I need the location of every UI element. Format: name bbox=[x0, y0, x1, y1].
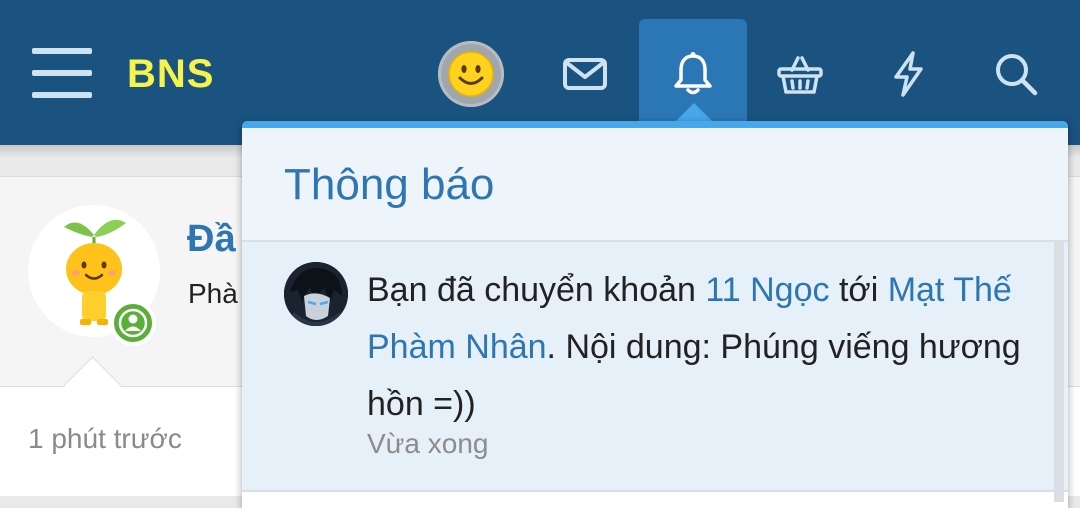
user-icon bbox=[118, 308, 148, 338]
popup-scrollbar[interactable] bbox=[1054, 242, 1064, 502]
amount-link[interactable]: 11 Ngọc bbox=[705, 271, 829, 309]
notification-time: Vừa xong bbox=[367, 428, 489, 459]
popup-title[interactable]: Thông báo bbox=[284, 160, 494, 210]
basket-button[interactable] bbox=[764, 40, 836, 108]
site-logo[interactable]: BNS bbox=[127, 52, 214, 97]
envelope-icon bbox=[563, 58, 607, 90]
user-avatar-button[interactable] bbox=[438, 41, 504, 107]
notification-message: Bạn đã chuyển khoản 11 Ngọc tới Mạt Thế … bbox=[367, 262, 1037, 433]
notifications-button[interactable] bbox=[657, 40, 729, 108]
messages-button[interactable] bbox=[549, 40, 621, 108]
lightning-icon bbox=[894, 51, 923, 97]
search-icon bbox=[996, 54, 1038, 96]
message-text: tới bbox=[829, 271, 888, 309]
anime-avatar-icon bbox=[284, 262, 348, 326]
basket-icon bbox=[777, 56, 823, 94]
activity-button[interactable] bbox=[872, 40, 944, 108]
message-text: Bạn đã chuyển khoản bbox=[367, 271, 706, 309]
post-subtitle: Phà bbox=[188, 278, 238, 309]
notifications-popup: Thông báo Bạn đã chuyển khoản 11 Ngọc tớ… bbox=[242, 121, 1068, 508]
smiley-icon bbox=[448, 51, 494, 97]
online-status-badge bbox=[110, 300, 156, 346]
bell-icon bbox=[674, 52, 712, 95]
notification-sender-avatar[interactable] bbox=[284, 262, 348, 326]
menu-icon[interactable] bbox=[32, 48, 92, 98]
search-button[interactable] bbox=[980, 40, 1052, 108]
popup-header: Thông báo bbox=[242, 128, 1068, 242]
popup-pointer bbox=[674, 103, 714, 123]
post-timestamp: 1 phút trước bbox=[28, 423, 182, 454]
post-author-name[interactable]: Đầ bbox=[187, 218, 236, 261]
notification-item[interactable]: Bạn đã chuyển khoản 11 Ngọc tới Mạt Thế … bbox=[242, 242, 1068, 492]
